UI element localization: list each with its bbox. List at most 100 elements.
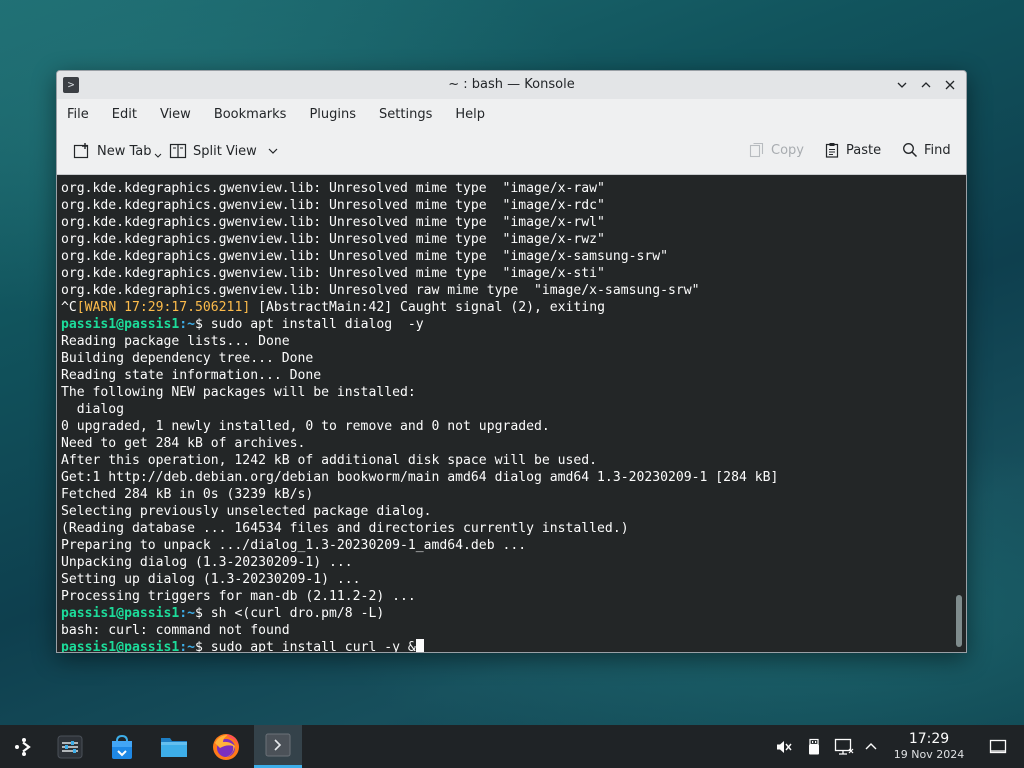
terminal-line: Reading state information... Done bbox=[61, 367, 966, 384]
warn-tag: [WARN 17:29:17.506211] bbox=[76, 300, 251, 315]
terminal-line: Processing triggers for man-db (2.11.2-2… bbox=[61, 588, 966, 605]
output-text: org.kde.kdegraphics.gwenview.lib: Unreso… bbox=[61, 232, 605, 247]
output-text: (Reading database ... 164534 files and d… bbox=[61, 521, 629, 536]
volume-button[interactable] bbox=[774, 737, 794, 757]
command-text: $ sh <(curl dro.pm/8 -L) bbox=[195, 606, 385, 621]
terminal-line: The following NEW packages will be insta… bbox=[61, 384, 966, 401]
usb-device-icon bbox=[809, 738, 819, 755]
clock[interactable]: 17:29 19 Nov 2024 bbox=[886, 731, 972, 762]
close-button[interactable] bbox=[940, 75, 960, 95]
new-tab-icon bbox=[73, 143, 89, 159]
new-tab-label: New Tab bbox=[97, 143, 152, 159]
usb-device-button[interactable] bbox=[804, 737, 824, 757]
command-text: $ sudo apt install dialog -y bbox=[195, 317, 424, 332]
clock-date: 19 Nov 2024 bbox=[893, 748, 965, 761]
output-text: org.kde.kdegraphics.gwenview.lib: Unreso… bbox=[61, 198, 605, 213]
menu-edit[interactable]: Edit bbox=[112, 107, 147, 122]
menu-bookmarks[interactable]: Bookmarks bbox=[214, 107, 297, 122]
terminal-line: org.kde.kdegraphics.gwenview.lib: Unreso… bbox=[61, 248, 966, 265]
menu-bar: File Edit View Bookmarks Plugins Setting… bbox=[57, 99, 966, 129]
terminal-line: org.kde.kdegraphics.gwenview.lib: Unreso… bbox=[61, 214, 966, 231]
menu-help[interactable]: Help bbox=[455, 107, 495, 122]
output-text: Get:1 http://deb.debian.org/debian bookw… bbox=[61, 470, 779, 485]
terminal-line: Building dependency tree... Done bbox=[61, 350, 966, 367]
paste-button[interactable]: Paste bbox=[824, 142, 881, 158]
network-button[interactable] bbox=[834, 737, 854, 757]
prompt-path: :~ bbox=[179, 317, 196, 332]
output-text: org.kde.kdegraphics.gwenview.lib: Unreso… bbox=[61, 249, 668, 264]
show-desktop-button[interactable] bbox=[988, 737, 1008, 757]
firefox-button[interactable] bbox=[202, 725, 250, 768]
split-view-label: Split View bbox=[193, 143, 257, 159]
chevron-down-icon bbox=[268, 148, 278, 154]
terminal-scrollbar[interactable] bbox=[956, 595, 962, 647]
konsole-window[interactable]: > ~ : bash — Konsole File Edit View Book… bbox=[56, 70, 967, 653]
chevron-up-icon bbox=[921, 82, 931, 88]
terminal-line: Selecting previously unselected package … bbox=[61, 503, 966, 520]
output-text: org.kde.kdegraphics.gwenview.lib: Unreso… bbox=[61, 266, 605, 281]
terminal-line: passis1@passis1:~$ sudo apt install dial… bbox=[61, 316, 966, 333]
output-text: Building dependency tree... Done bbox=[61, 351, 314, 366]
output-text: Reading package lists... Done bbox=[61, 334, 290, 349]
prompt-user-host: passis1@passis1 bbox=[61, 606, 180, 621]
output-text: Processing triggers for man-db (2.11.2-2… bbox=[61, 589, 416, 604]
split-view-icon bbox=[169, 143, 187, 159]
prompt-user-host: passis1@passis1 bbox=[61, 317, 180, 332]
terminal-line: passis1@passis1:~$ sudo apt install curl… bbox=[61, 639, 966, 652]
interrupt-marker: ^C bbox=[61, 300, 77, 315]
output-text: Preparing to unpack .../dialog_1.3-20230… bbox=[61, 538, 527, 553]
discover-store-icon bbox=[112, 734, 132, 759]
discover-store-button[interactable] bbox=[98, 725, 146, 768]
terminal-line: After this operation, 1242 kB of additio… bbox=[61, 452, 966, 469]
menu-settings[interactable]: Settings bbox=[379, 107, 442, 122]
title-bar[interactable]: > ~ : bash — Konsole bbox=[57, 71, 966, 99]
output-text: Setting up dialog (1.3-20230209-1) ... bbox=[61, 572, 361, 587]
find-label: Find bbox=[924, 142, 951, 158]
taskbar: 17:29 19 Nov 2024 bbox=[0, 725, 1024, 768]
terminal-line: bash: curl: command not found bbox=[61, 622, 966, 639]
maximize-button[interactable] bbox=[916, 75, 936, 95]
konsole-task-button[interactable] bbox=[254, 725, 302, 768]
new-tab-button[interactable]: New Tab bbox=[73, 142, 162, 160]
app-launcher-icon bbox=[15, 737, 31, 756]
system-settings-button[interactable] bbox=[46, 725, 94, 768]
terminal-output[interactable]: org.kde.kdegraphics.gwenview.lib: Unreso… bbox=[57, 175, 966, 652]
output-text: org.kde.kdegraphics.gwenview.lib: Unreso… bbox=[61, 283, 700, 298]
system-settings-icon bbox=[57, 735, 83, 758]
firefox-icon bbox=[213, 733, 239, 760]
file-manager-button[interactable] bbox=[150, 725, 198, 768]
clock-time: 17:29 bbox=[908, 731, 950, 747]
menu-plugins[interactable]: Plugins bbox=[309, 107, 366, 122]
terminal-line: dialog bbox=[61, 401, 966, 418]
find-button[interactable]: Find bbox=[902, 142, 951, 158]
terminal-line: Preparing to unpack .../dialog_1.3-20230… bbox=[61, 537, 966, 554]
app-launcher-button[interactable] bbox=[0, 725, 48, 768]
window-title: ~ : bash — Konsole bbox=[448, 77, 575, 92]
copy-icon bbox=[749, 142, 764, 158]
terminal-line: Get:1 http://deb.debian.org/debian bookw… bbox=[61, 469, 966, 486]
menu-view[interactable]: View bbox=[160, 107, 201, 122]
terminal-line: (Reading database ... 164534 files and d… bbox=[61, 520, 966, 537]
output-text: Selecting previously unselected package … bbox=[61, 504, 432, 519]
network-icon bbox=[834, 738, 854, 755]
terminal-line: Fetched 284 kB in 0s (3239 kB/s) bbox=[61, 486, 966, 503]
terminal-line: org.kde.kdegraphics.gwenview.lib: Unreso… bbox=[61, 231, 966, 248]
output-text: Reading state information... Done bbox=[61, 368, 322, 383]
chevron-down-icon bbox=[154, 153, 161, 158]
terminal-line: org.kde.kdegraphics.gwenview.lib: Unreso… bbox=[61, 282, 966, 299]
show-desktop-icon bbox=[989, 739, 1007, 754]
konsole-icon bbox=[265, 733, 291, 757]
split-view-button[interactable]: Split View bbox=[169, 142, 279, 160]
volume-muted-icon bbox=[777, 741, 792, 753]
chevron-up-icon bbox=[865, 743, 877, 750]
tray-expand-button[interactable] bbox=[861, 737, 881, 757]
output-text: org.kde.kdegraphics.gwenview.lib: Unreso… bbox=[61, 181, 605, 196]
output-text: After this operation, 1242 kB of additio… bbox=[61, 453, 598, 468]
menu-file[interactable]: File bbox=[67, 107, 99, 122]
copy-button[interactable]: Copy bbox=[749, 142, 804, 158]
paste-icon bbox=[825, 143, 839, 158]
minimize-button[interactable] bbox=[892, 75, 912, 95]
terminal-line: Need to get 284 kB of archives. bbox=[61, 435, 966, 452]
output-text: Unpacking dialog (1.3-20230209-1) ... bbox=[61, 555, 353, 570]
terminal-line: ^C[WARN 17:29:17.506211] [AbstractMain:4… bbox=[61, 299, 966, 316]
